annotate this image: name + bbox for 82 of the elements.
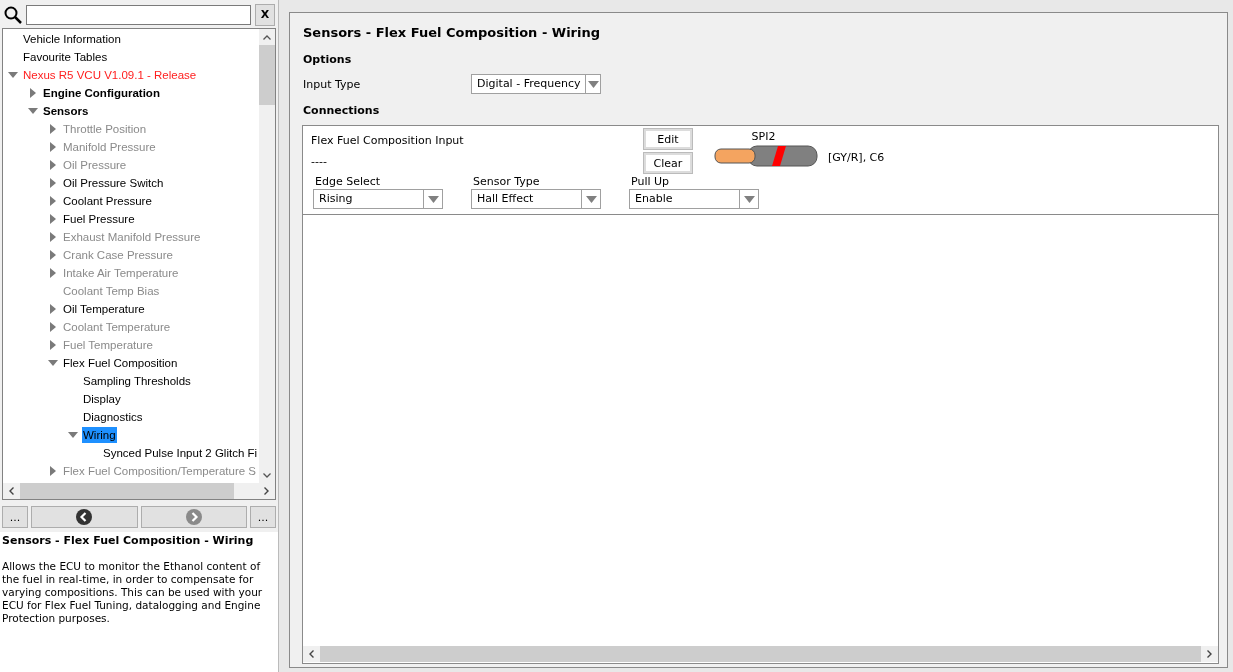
collapse-arrow-icon[interactable] — [8, 70, 18, 80]
expand-arrow-icon[interactable] — [48, 142, 58, 152]
caret-icon — [743, 195, 755, 203]
wire-code: [GY/R], C6 — [828, 151, 885, 164]
expand-arrow-icon[interactable] — [28, 88, 38, 98]
tree-item[interactable]: Crank Case Pressure — [62, 247, 174, 263]
help-text: Allows the ECU to monitor the Ethanol content of the fuel in real-time, in order to compensate for varying compositions. This can be used with your ECU for Flex Fuel Tuning, datalogging and Engine Protection purposes. — [2, 560, 264, 625]
tree-item[interactable]: Sampling Thresholds — [82, 373, 192, 389]
expand-arrow-icon[interactable] — [48, 196, 58, 206]
dropdown[interactable]: Enable — [629, 189, 759, 209]
tree-item[interactable]: Oil Pressure — [62, 157, 128, 173]
expand-arrow-icon[interactable] — [48, 304, 58, 314]
clear-button[interactable]: Clear — [644, 153, 692, 173]
setting-label: Sensor Type — [472, 175, 541, 189]
expand-arrow-icon[interactable] — [48, 268, 58, 278]
tree-item[interactable]: Fuel Pressure — [62, 211, 136, 227]
expand-arrow-icon[interactable] — [48, 178, 58, 188]
page-title: Sensors - Flex Fuel Composition - Wiring — [303, 25, 602, 40]
collapse-arrow-icon[interactable] — [68, 430, 78, 440]
tree-item[interactable]: Throttle Position — [62, 121, 148, 137]
expand-arrow-icon[interactable] — [48, 214, 58, 224]
expand-arrow-icon[interactable] — [48, 160, 58, 170]
scroll-right-icon[interactable] — [264, 487, 269, 495]
setting-label: Edge Select — [314, 175, 382, 189]
tree-item[interactable]: Coolant Temperature — [62, 319, 172, 335]
horizontal-scrollbar[interactable] — [3, 483, 275, 499]
tree-item[interactable]: Intake Air Temperature — [62, 265, 180, 281]
more-button[interactable]: ... — [2, 506, 28, 528]
setting-label: Pull Up — [630, 175, 671, 189]
help-title: Sensors - Flex Fuel Composition - Wiring — [2, 534, 255, 547]
scroll-left-icon[interactable] — [309, 650, 314, 658]
tree-item[interactable]: Sensors — [42, 103, 90, 119]
caret-icon — [587, 80, 599, 88]
tree-item[interactable]: Oil Temperature — [62, 301, 146, 317]
tree-item[interactable]: Flex Fuel Composition/Temperature S — [62, 463, 258, 479]
tree-item[interactable]: Exhaust Manifold Pressure — [62, 229, 202, 245]
tree-item[interactable]: Nexus R5 VCU V1.09.1 - Release — [22, 67, 198, 83]
scroll-down-icon[interactable] — [263, 473, 271, 478]
connection-name: Flex Fuel Composition Input — [311, 134, 465, 147]
collapse-arrow-icon[interactable] — [28, 106, 38, 116]
caret-icon — [427, 195, 439, 203]
scroll-up-icon[interactable] — [263, 35, 271, 40]
back-button[interactable] — [31, 506, 138, 528]
scroll-left-icon[interactable] — [9, 487, 14, 495]
scroll-right-icon[interactable] — [1207, 650, 1212, 658]
vertical-scrollbar[interactable] — [259, 29, 275, 483]
tree-item[interactable]: Coolant Pressure — [62, 193, 153, 209]
tree-item[interactable]: Diagnostics — [82, 409, 144, 425]
tree-item[interactable]: Display — [82, 391, 122, 407]
more-button[interactable]: ... — [250, 506, 276, 528]
caret-icon — [585, 195, 597, 203]
tree-item[interactable]: Coolant Temp Bias — [62, 283, 161, 299]
expand-arrow-icon[interactable] — [48, 466, 58, 476]
dropdown[interactable]: Hall Effect — [471, 189, 601, 209]
tree-item[interactable]: Synced Pulse Input 2 Glitch Fi — [102, 445, 259, 461]
tree-item[interactable]: Vehicle Information — [22, 31, 122, 47]
tree-item[interactable]: Manifold Pressure — [62, 139, 157, 155]
expand-arrow-icon[interactable] — [48, 232, 58, 242]
tree-item[interactable]: Favourite Tables — [22, 49, 109, 65]
tree-item[interactable]: Fuel Temperature — [62, 337, 154, 353]
scroll-thumb[interactable] — [259, 45, 275, 105]
search-field[interactable] — [26, 4, 252, 25]
scroll-thumb[interactable] — [20, 483, 234, 499]
edit-button[interactable]: Edit — [644, 129, 692, 149]
clear-search-button[interactable]: X — [255, 3, 275, 26]
dropdown[interactable]: Rising — [313, 189, 443, 209]
search-icon — [4, 5, 22, 24]
pin-label: SPI2 — [751, 130, 776, 143]
dropdown[interactable]: Digital - Frequency — [471, 74, 601, 94]
collapse-arrow-icon[interactable] — [48, 358, 58, 368]
expand-arrow-icon[interactable] — [48, 250, 58, 260]
expand-arrow-icon[interactable] — [48, 322, 58, 332]
tree-item[interactable]: Flex Fuel Composition — [62, 355, 179, 371]
tree-item[interactable]: Engine Configuration — [42, 85, 161, 101]
section-heading: Options — [303, 53, 353, 66]
option-label: Input Type — [302, 77, 362, 91]
connection-value: ---- — [311, 155, 328, 168]
expand-arrow-icon[interactable] — [48, 340, 58, 350]
section-heading: Connections — [303, 104, 381, 117]
tree-item[interactable]: Wiring — [82, 427, 117, 443]
tree-item[interactable]: Oil Pressure Switch — [62, 175, 165, 191]
expand-arrow-icon[interactable] — [48, 124, 58, 134]
